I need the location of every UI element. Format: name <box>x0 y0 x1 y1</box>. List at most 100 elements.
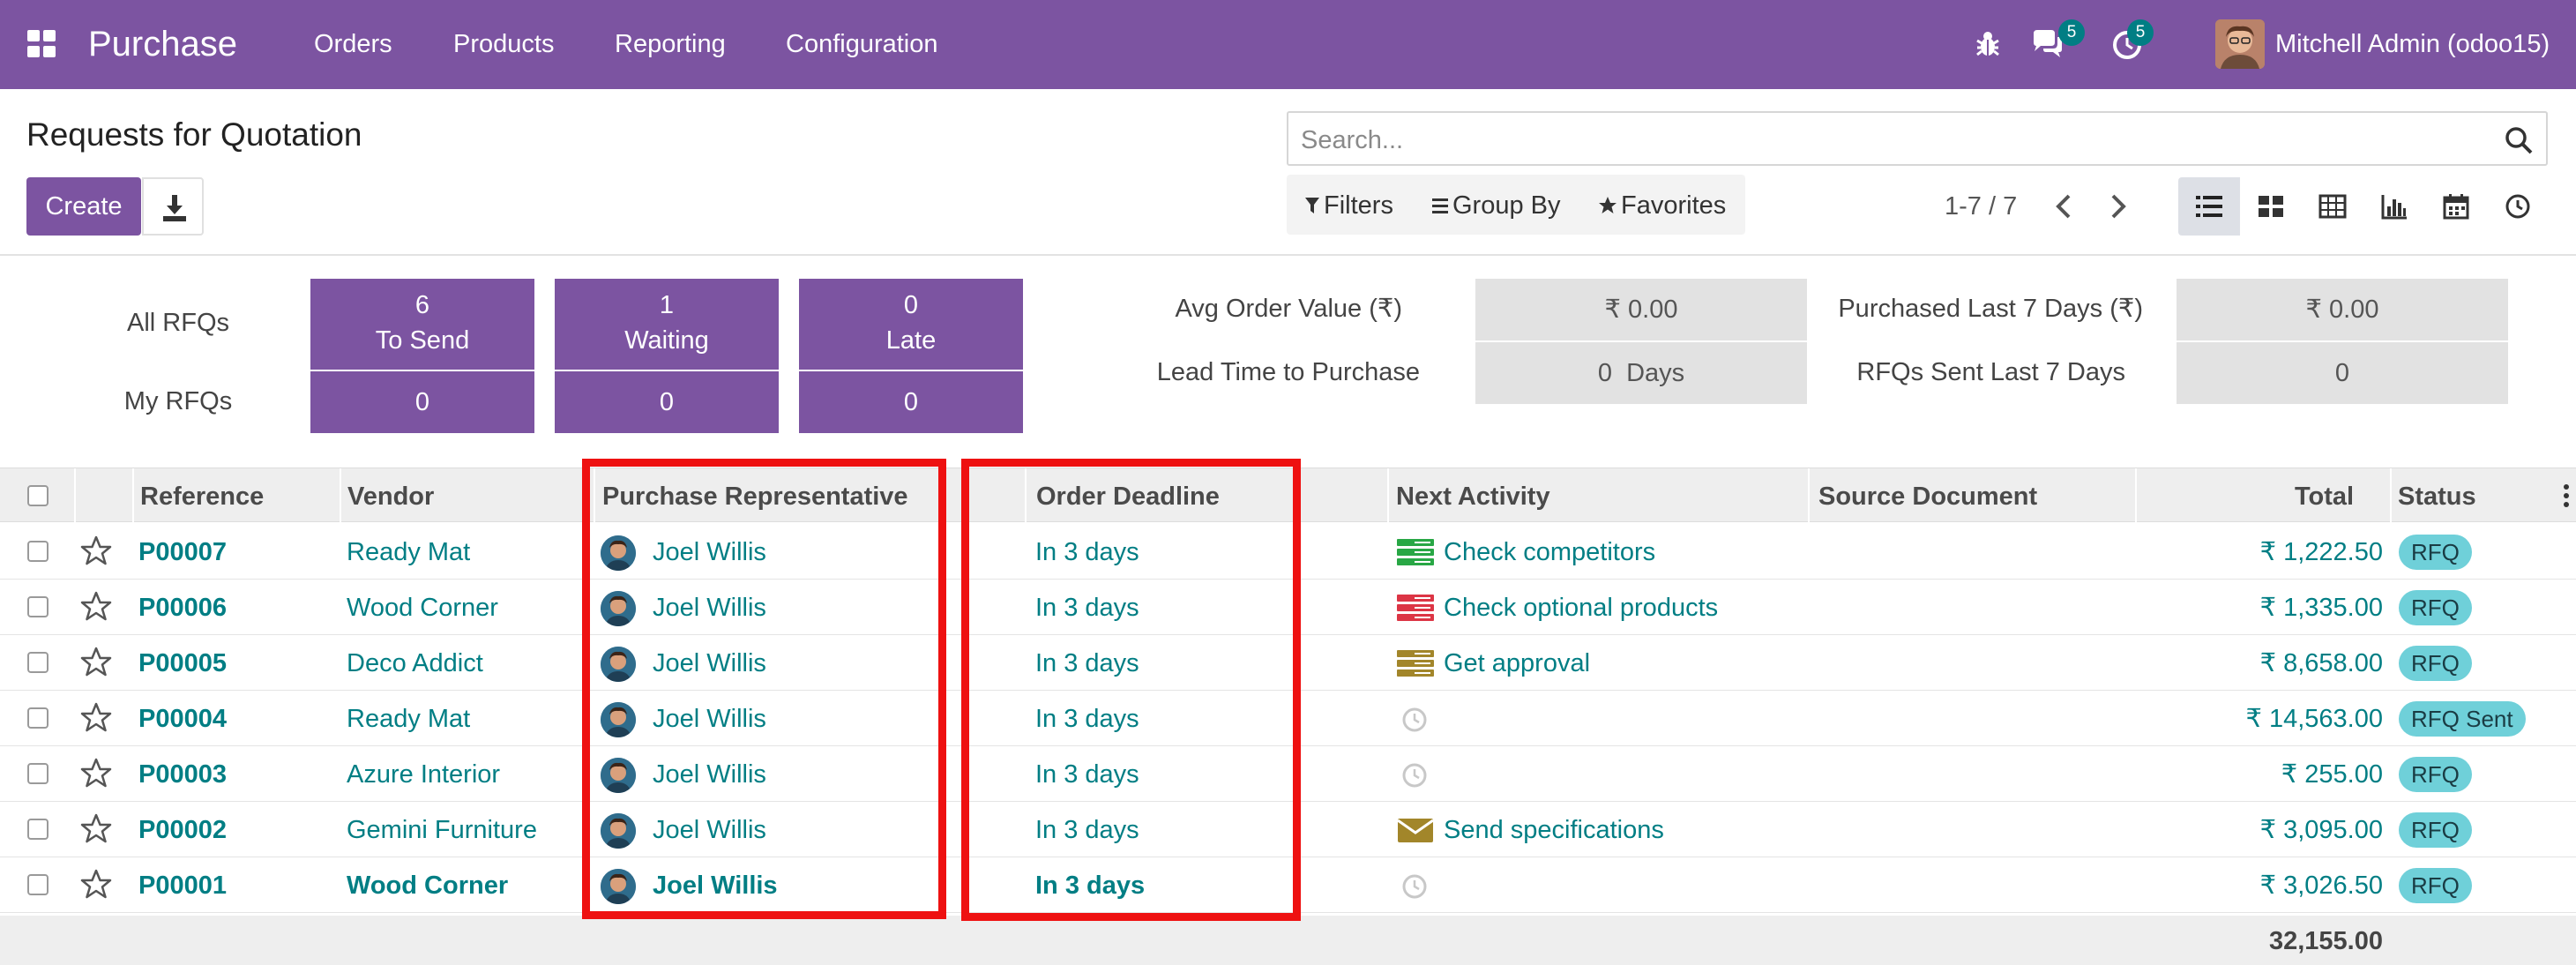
row-reference[interactable]: P00003 <box>138 759 227 789</box>
row-vendor[interactable]: Wood Corner <box>347 871 508 901</box>
bug-icon[interactable] <box>1970 26 2005 62</box>
highlight-representative-column <box>582 459 946 919</box>
my-late-box[interactable]: 0 <box>799 371 1023 433</box>
lead-time-label: Lead Time to Purchase <box>1156 358 1420 386</box>
user-name[interactable]: Mitchell Admin (odoo15) <box>2275 28 2550 60</box>
row-checkbox[interactable] <box>27 763 49 784</box>
menu-reporting[interactable]: Reporting <box>615 28 726 60</box>
group-by-button[interactable]: Group By <box>1431 191 1561 220</box>
apps-grid-icon[interactable] <box>27 30 57 58</box>
row-checkbox[interactable] <box>27 596 49 617</box>
star-icon[interactable] <box>79 757 113 790</box>
create-button[interactable]: Create <box>26 177 141 236</box>
app-name[interactable]: Purchase <box>88 21 237 67</box>
clock-icon[interactable] <box>1401 873 1428 900</box>
header-total[interactable]: Total <box>2295 482 2354 511</box>
search-input[interactable]: Search... <box>1287 111 2548 166</box>
status-badge: RFQ <box>2399 812 2472 848</box>
row-reference[interactable]: P00005 <box>138 648 227 678</box>
row-total: ₹ 1,222.50 <box>2259 538 2383 566</box>
control-panel-divider <box>0 254 2576 256</box>
download-button[interactable] <box>142 177 204 236</box>
search-icon[interactable] <box>2504 125 2534 155</box>
late-box[interactable]: 0 Late <box>799 279 1023 370</box>
row-total: ₹ 3,026.50 <box>2259 871 2383 900</box>
bars-icon <box>1432 198 1448 213</box>
pivot-view-icon[interactable] <box>2302 177 2363 236</box>
calendar-view-icon[interactable] <box>2425 177 2487 236</box>
lead-time-value: 0 Days <box>1475 342 1807 404</box>
menu-products[interactable]: Products <box>453 28 554 60</box>
row-checkbox[interactable] <box>27 819 49 840</box>
envelope-icon[interactable] <box>1397 816 1434 844</box>
highlight-deadline-column <box>961 459 1301 921</box>
row-next-activity[interactable]: Get approval <box>1444 648 1590 678</box>
row-vendor[interactable]: Deco Addict <box>347 648 483 678</box>
user-avatar[interactable] <box>2215 19 2265 69</box>
row-checkbox[interactable] <box>27 652 49 673</box>
all-rfqs-label: All RFQs <box>127 309 229 337</box>
task-list-icon[interactable] <box>1397 538 1434 566</box>
row-next-activity[interactable]: Send specifications <box>1444 815 1664 845</box>
graph-view-icon[interactable] <box>2363 177 2425 236</box>
list-view-icon[interactable] <box>2178 177 2240 236</box>
waiting-box[interactable]: 1 Waiting <box>555 279 779 370</box>
select-all-checkbox[interactable] <box>27 485 49 506</box>
row-reference[interactable]: P00006 <box>138 593 227 623</box>
status-badge: RFQ <box>2399 757 2472 792</box>
row-vendor[interactable]: Gemini Furniture <box>347 815 537 845</box>
row-vendor[interactable]: Ready Mat <box>347 537 470 567</box>
header-reference[interactable]: Reference <box>140 482 264 511</box>
activity-view-icon[interactable] <box>2487 177 2549 236</box>
task-list-icon[interactable] <box>1397 649 1434 677</box>
waiting-count: 1 <box>659 291 675 319</box>
status-badge: RFQ <box>2399 535 2472 570</box>
search-placeholder: Search... <box>1301 126 1404 154</box>
star-icon[interactable] <box>79 812 113 846</box>
star-icon[interactable] <box>79 535 113 568</box>
row-checkbox[interactable] <box>27 707 49 729</box>
filters-button[interactable]: Filters <box>1304 191 1393 220</box>
pager-next-icon[interactable] <box>2104 189 2131 224</box>
header-next-activity[interactable]: Next Activity <box>1396 482 1550 511</box>
to-send-box[interactable]: 6 To Send <box>310 279 534 370</box>
row-reference[interactable]: P00002 <box>138 815 227 845</box>
row-vendor[interactable]: Wood Corner <box>347 593 498 623</box>
clock-icon[interactable] <box>1401 762 1428 789</box>
rfqs-sent-value: 0 <box>2177 342 2508 404</box>
row-vendor[interactable]: Ready Mat <box>347 704 470 734</box>
star-icon[interactable] <box>79 590 113 624</box>
star-icon[interactable] <box>79 701 113 735</box>
menu-orders[interactable]: Orders <box>314 28 392 60</box>
favorites-button[interactable]: Favorites <box>1598 191 1726 220</box>
page-title: Requests for Quotation <box>26 116 362 153</box>
my-waiting-box[interactable]: 0 <box>555 371 779 433</box>
row-reference[interactable]: P00001 <box>138 871 227 901</box>
row-checkbox[interactable] <box>27 874 49 895</box>
row-next-activity[interactable]: Check optional products <box>1444 593 1718 623</box>
row-reference[interactable]: P00004 <box>138 704 227 734</box>
row-reference[interactable]: P00007 <box>138 537 227 567</box>
filters-label: Filters <box>1324 191 1393 220</box>
my-to-send-box[interactable]: 0 <box>310 371 534 433</box>
pager-value[interactable]: 1-7 / 7 <box>1945 192 2017 221</box>
header-status[interactable]: Status <box>2398 482 2476 511</box>
optional-columns-icon[interactable] <box>2563 482 2570 509</box>
row-next-activity[interactable]: Check competitors <box>1444 537 1655 567</box>
header-source-document[interactable]: Source Document <box>1818 482 2037 511</box>
avg-order-value: ₹ 0.00 <box>1475 279 1807 340</box>
download-icon <box>163 195 186 221</box>
late-label: Late <box>885 326 937 355</box>
clock-icon[interactable] <box>1401 707 1428 733</box>
star-icon[interactable] <box>79 646 113 679</box>
pager-previous-icon[interactable] <box>2051 189 2078 224</box>
row-checkbox[interactable] <box>27 541 49 562</box>
status-badge: RFQ Sent <box>2399 701 2526 737</box>
menu-configuration[interactable]: Configuration <box>786 28 938 60</box>
row-total: ₹ 3,095.00 <box>2259 816 2383 844</box>
task-list-icon[interactable] <box>1397 594 1434 622</box>
row-vendor[interactable]: Azure Interior <box>347 759 500 789</box>
star-icon[interactable] <box>79 868 113 901</box>
header-vendor[interactable]: Vendor <box>347 482 434 511</box>
kanban-view-icon[interactable] <box>2240 177 2302 236</box>
